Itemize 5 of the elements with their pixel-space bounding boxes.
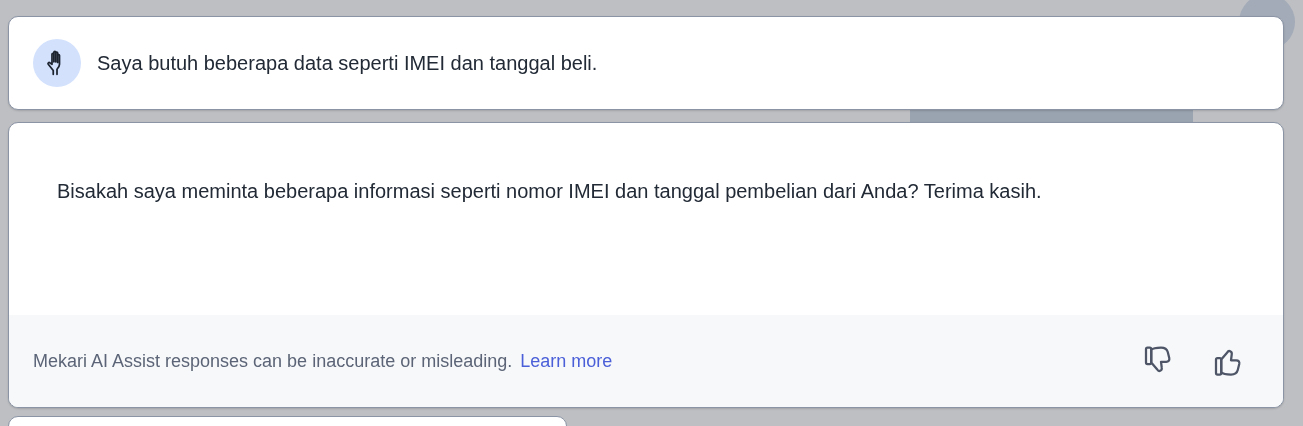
response-text: Bisakah saya meminta beberapa informasi seperti nomor IMEI dan tanggal pembelian dari Anda? Terima kasih.	[56, 179, 1043, 204]
disclaimer-text: Mekari AI Assist responses can be inaccurate or misleading.	[33, 350, 513, 372]
hand-icon	[33, 39, 81, 87]
prompt-text: Saya butuh beberapa data seperti IMEI dan tanggal beli.	[97, 51, 598, 75]
learn-more-link[interactable]: Learn more	[520, 350, 613, 372]
